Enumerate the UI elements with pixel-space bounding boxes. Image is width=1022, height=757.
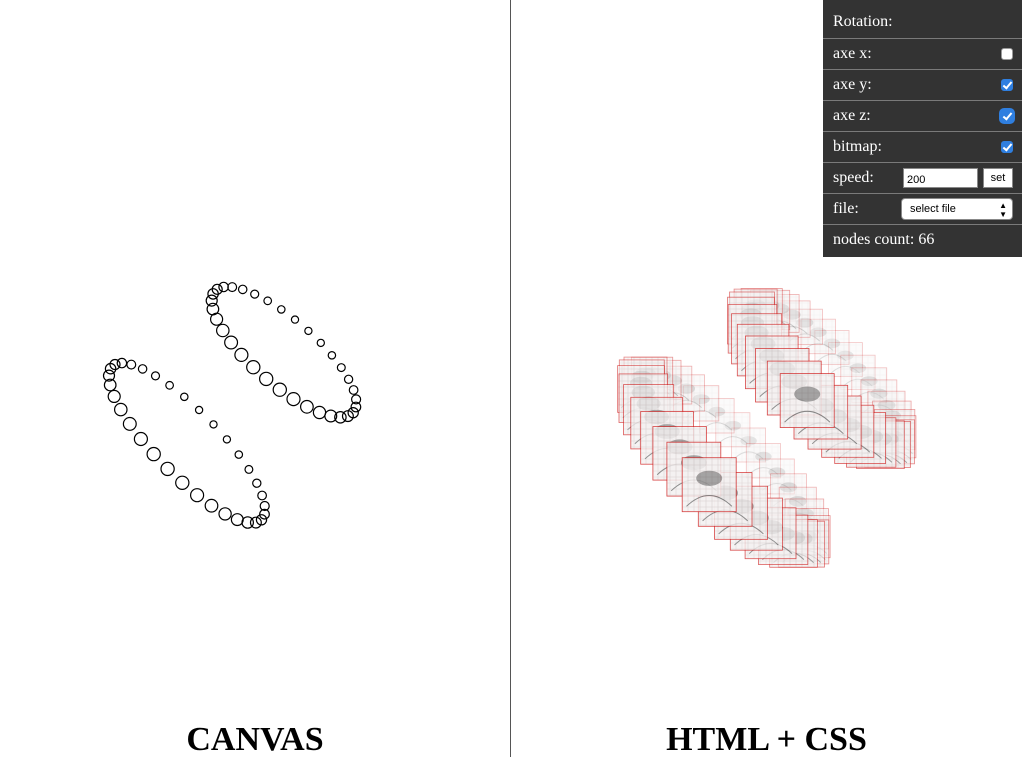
canvas-node-circle [190, 488, 205, 503]
set-speed-button[interactable]: set [983, 168, 1013, 188]
canvas-node-circle [246, 360, 261, 375]
canvas-node-circle [209, 420, 218, 429]
canvas-node-circle [216, 323, 230, 338]
bitmap-label: bitmap: [833, 138, 882, 155]
canvas-node-circle [259, 371, 274, 387]
canvas-node-circle [304, 326, 313, 336]
file-select[interactable]: select file ▲ ▼ [901, 198, 1013, 220]
canvas-node-circle [107, 389, 121, 403]
canvas-node-circle [250, 289, 260, 299]
canvas-pane-label: CANVAS [186, 721, 324, 757]
canvas-node-circle [343, 374, 354, 384]
canvas-node-circle [348, 385, 359, 395]
canvas-node-circle [257, 490, 268, 501]
canvas-pane: CANVAS [0, 0, 510, 757]
canvas-node-circle [222, 435, 232, 444]
canvas-node-circle [272, 382, 287, 397]
canvas-node-circle [122, 416, 137, 431]
canvas-node-circle [204, 498, 219, 513]
canvas-node-circle [194, 405, 204, 415]
bitmap-checkbox[interactable] [1001, 141, 1013, 153]
canvas-node-circle [316, 338, 325, 348]
axe-y-checkbox[interactable] [1001, 79, 1013, 91]
canvas-node-circle [234, 347, 249, 362]
canvas-node-circle [230, 513, 244, 527]
rotation-title: Rotation: [833, 13, 893, 30]
html-css-pane-label: HTML + CSS [666, 721, 867, 757]
canvas-scene [102, 281, 362, 529]
canvas-node-circle [336, 363, 346, 373]
canvas-node-circle [133, 431, 148, 447]
canvas-node-circle [114, 402, 128, 417]
canvas-node-circle [237, 284, 248, 295]
canvas-node-circle [109, 358, 121, 371]
canvas-node-circle [300, 399, 314, 414]
nodes-count: nodes count: 66 [833, 231, 935, 248]
canvas-node-circle [286, 392, 301, 407]
axe-z-row: axe z: [823, 101, 1022, 132]
canvas-node-circle [224, 335, 239, 350]
canvas-node-circle [241, 516, 254, 529]
canvas-node-circle [150, 371, 161, 381]
rotation-title-row: Rotation: [823, 0, 1022, 39]
canvas-node-circle [276, 305, 286, 314]
canvas-node-circle [290, 315, 300, 324]
speed-row: speed: 200 set [823, 163, 1022, 194]
speed-input[interactable]: 200 [903, 168, 978, 188]
axe-z-label: axe z: [833, 107, 871, 124]
canvas-node-circle [218, 281, 229, 293]
file-select-value: select file [910, 203, 956, 215]
canvas-node-circle [327, 350, 337, 360]
canvas-node-circle [175, 475, 190, 490]
rotation-control-panel: Rotation: axe x: axe y: axe z: bitmap: s… [823, 0, 1022, 257]
canvas-node-circle [165, 380, 175, 390]
canvas-node-circle [205, 294, 218, 307]
bitmap-row: bitmap: [823, 132, 1022, 163]
axe-x-label: axe x: [833, 45, 872, 62]
canvas-node-circle [234, 450, 244, 459]
canvas-node-circle [146, 446, 161, 462]
canvas-node-circle [227, 282, 238, 293]
axe-x-row: axe x: [823, 39, 1022, 70]
axe-z-checkbox[interactable] [1001, 110, 1013, 122]
html-node-tile [681, 457, 737, 513]
canvas-node-circle [180, 392, 189, 402]
axe-y-row: axe y: [823, 70, 1022, 101]
canvas-node-circle [116, 357, 128, 369]
file-label: file: [833, 200, 859, 217]
axe-y-label: axe y: [833, 76, 872, 93]
speed-label: speed: [833, 169, 874, 186]
canvas-node-circle [312, 405, 327, 420]
axe-x-checkbox[interactable] [1001, 48, 1013, 60]
canvas-node-circle [137, 364, 148, 374]
canvas-node-circle [263, 296, 273, 306]
canvas-node-circle [218, 507, 232, 521]
html-node-tile [779, 373, 835, 429]
canvas-node-circle [160, 461, 175, 477]
select-arrows-icon: ▲ ▼ [999, 201, 1007, 219]
canvas-node-circle [252, 478, 262, 488]
canvas-node-circle [244, 464, 254, 474]
demo-stage: CANVAS HTML + CSS Rotation: axe x: axe y… [0, 0, 1022, 757]
file-row: file: select file ▲ ▼ [823, 194, 1022, 225]
nodes-count-row: nodes count: 66 [823, 225, 1022, 257]
canvas-node-circle [126, 359, 137, 370]
